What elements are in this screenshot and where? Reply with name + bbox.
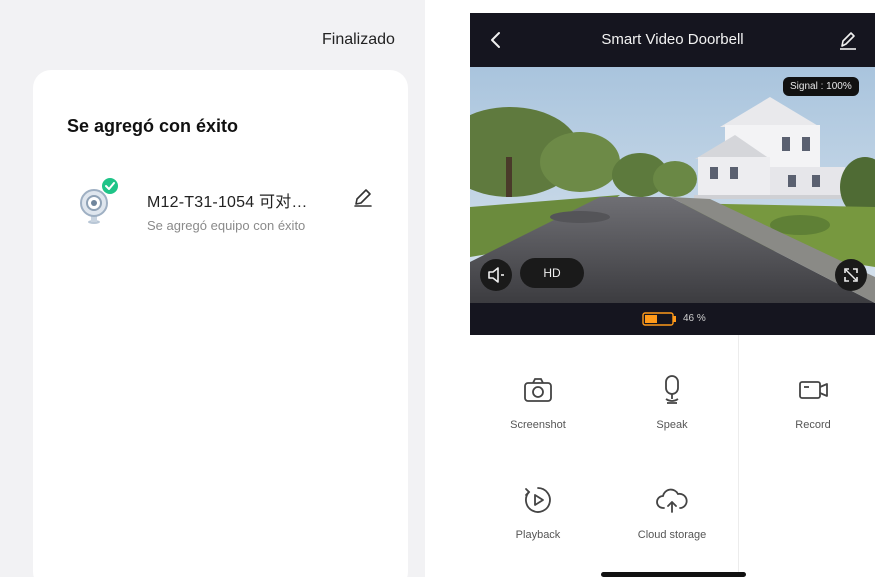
control-grid: Screenshot Speak Record Playback Cloud s… [470, 335, 875, 577]
speaker-icon[interactable] [480, 259, 512, 291]
fullscreen-icon[interactable] [835, 259, 867, 291]
camera-icon [524, 378, 552, 402]
done-button[interactable]: Finalizado [322, 31, 395, 49]
screenshot-label: Screenshot [510, 419, 566, 431]
playback-label: Playback [515, 529, 561, 541]
home-indicator[interactable] [601, 572, 746, 577]
cloud-storage-button[interactable]: Cloud storage [617, 483, 727, 563]
battery-icon [642, 312, 678, 326]
record-button[interactable]: Record [758, 373, 868, 453]
battery-status-bar: 46 % [470, 303, 875, 335]
success-card: Se agregó con éxito M12-T31-1054 可对… Se … [33, 70, 408, 577]
page-title: Se agregó con éxito [67, 116, 239, 136]
check-circle-icon [102, 178, 118, 194]
quality-toggle[interactable]: HD [520, 258, 584, 288]
signal-badge: Signal : 100% [783, 77, 859, 96]
cloud-upload-icon [656, 488, 688, 513]
screenshot-button[interactable]: Screenshot [483, 373, 593, 453]
microphone-icon [665, 375, 679, 404]
playback-button[interactable]: Playback [483, 483, 593, 563]
cloud-storage-label: Cloud storage [637, 529, 707, 541]
device-status: Se agregó equipo con éxito [147, 218, 306, 233]
pen-icon[interactable] [836, 27, 860, 53]
device-name: M12-T31-1054 可对… [147, 194, 308, 211]
speak-label: Speak [656, 419, 688, 431]
video-camera-icon [799, 381, 828, 399]
playback-icon [525, 487, 551, 513]
record-label: Record [795, 419, 831, 431]
camera-icon [77, 178, 133, 234]
pen-icon[interactable] [352, 186, 374, 208]
divider [738, 335, 739, 577]
doorbell-app-screen: Smart Video Doorbell Signal: 100% HD 46… [470, 13, 875, 577]
speak-button[interactable]: Speak [617, 373, 727, 453]
app-header: Smart Video Doorbell [470, 13, 875, 67]
battery-level: 46 % [683, 313, 706, 324]
app-title: Smart Video Doorbell [601, 31, 744, 48]
